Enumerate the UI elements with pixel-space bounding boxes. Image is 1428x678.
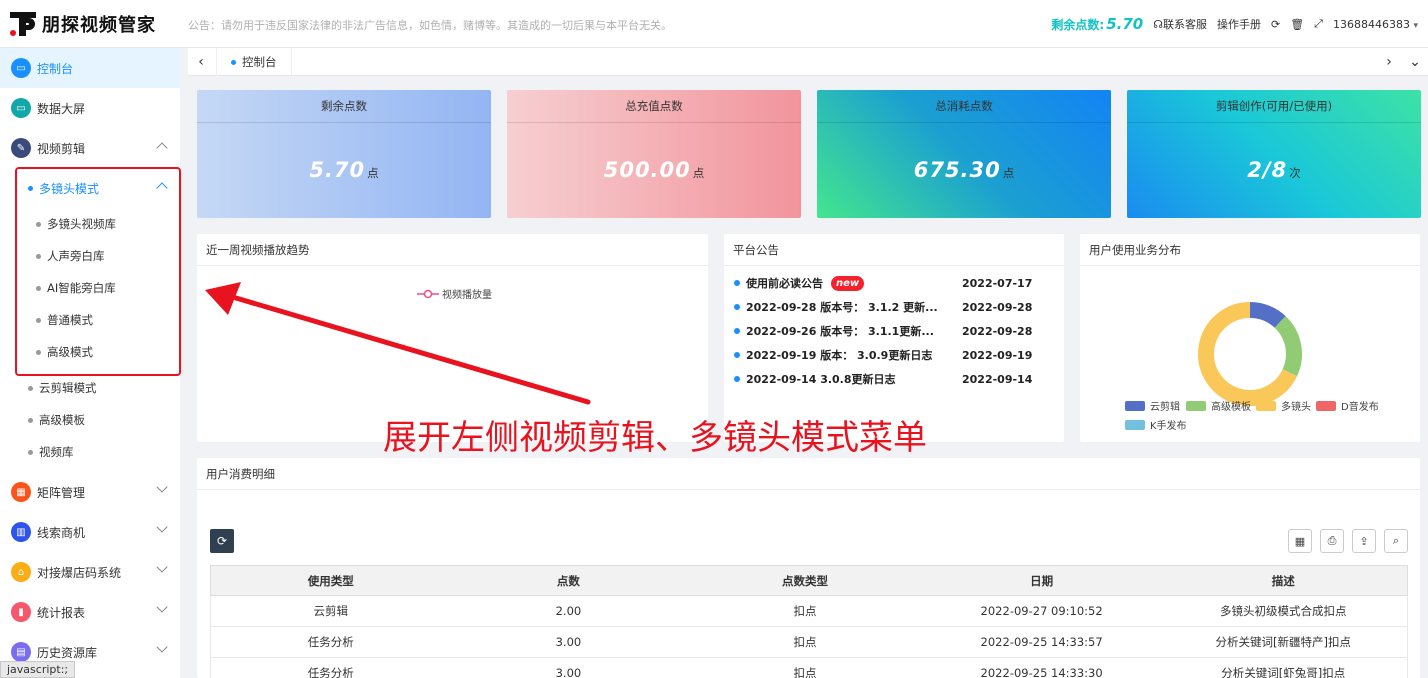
annotation-text: 展开左侧视频剪辑、多镜头模式菜单 [383,418,927,458]
status-bar-url: javascript:; [0,661,76,678]
annotation-arrow [205,282,591,405]
